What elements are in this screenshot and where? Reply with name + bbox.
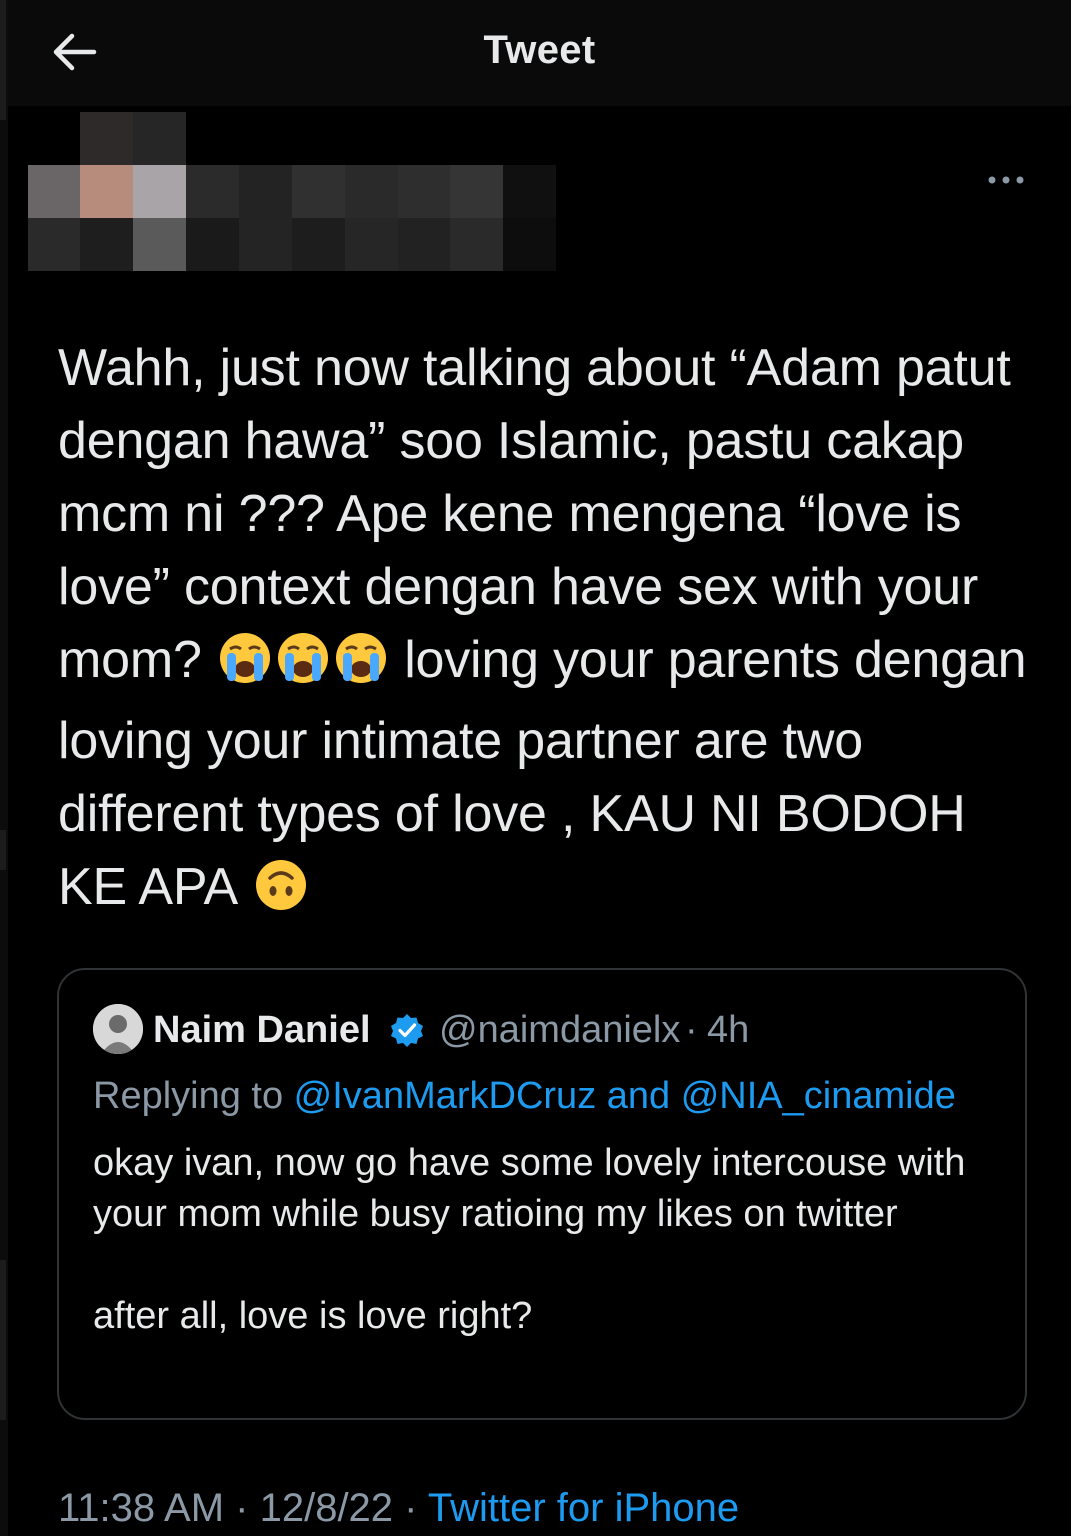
tweet-text-part-2: loving your parents dengan loving your i… <box>58 631 1027 916</box>
edge-segment <box>0 830 6 870</box>
loudly-crying-face-icon <box>276 631 330 705</box>
loudly-crying-face-icon <box>218 631 272 705</box>
edge-segment <box>0 0 6 120</box>
replying-prefix: Replying to <box>93 1075 294 1117</box>
author-info-redacted[interactable] <box>28 112 556 288</box>
separator-dot: · <box>685 1009 698 1051</box>
meta-separator: · <box>393 1486 428 1530</box>
avatar[interactable] <box>93 1004 143 1054</box>
mention-link-nia[interactable]: @NIA_cinamide <box>681 1075 956 1117</box>
tweet-date: 12/8/22 <box>259 1486 394 1530</box>
more-horizontal-icon <box>988 176 1024 184</box>
quoted-tweet-time: 4h <box>707 1009 750 1051</box>
quoted-tweet-line-2: after all, love is love right? <box>93 1295 533 1337</box>
top-bar: Tweet <box>8 0 1071 106</box>
edge-segment <box>0 1260 6 1420</box>
quoted-tweet-line-1: okay ivan, now go have some lovely inter… <box>93 1142 966 1235</box>
more-options-button[interactable] <box>982 162 1030 198</box>
left-edge-strip <box>0 0 8 1536</box>
replying-to-line: Replying to @IvanMarkDCruz and @NIA_cina… <box>93 1074 956 1118</box>
tweet-source-link[interactable]: Twitter for iPhone <box>428 1486 739 1530</box>
upside-down-face-icon <box>254 858 308 932</box>
quoted-tweet-card[interactable]: Naim Daniel @naimdanielx · 4h Replying t… <box>57 968 1027 1420</box>
verified-badge-icon <box>389 1012 425 1048</box>
replying-and: and <box>596 1075 681 1117</box>
loudly-crying-face-icon <box>334 631 388 705</box>
quoted-author-handle: @naimdanielx <box>439 1009 681 1051</box>
page-title: Tweet <box>483 28 596 72</box>
mention-link-ivan[interactable]: @IvanMarkDCruz <box>294 1075 597 1117</box>
meta-separator: · <box>224 1486 260 1530</box>
tweet-meta: 11:38 AM · 12/8/22 · Twitter for iPhone <box>58 1484 739 1532</box>
tweet-text: Wahh, just now talking about “Adam patut… <box>58 332 1043 932</box>
tweet-time: 11:38 AM <box>58 1486 225 1530</box>
quoted-author-name: Naim Daniel <box>153 1009 371 1051</box>
quoted-tweet-body: okay ivan, now go have some lovely inter… <box>93 1138 993 1342</box>
